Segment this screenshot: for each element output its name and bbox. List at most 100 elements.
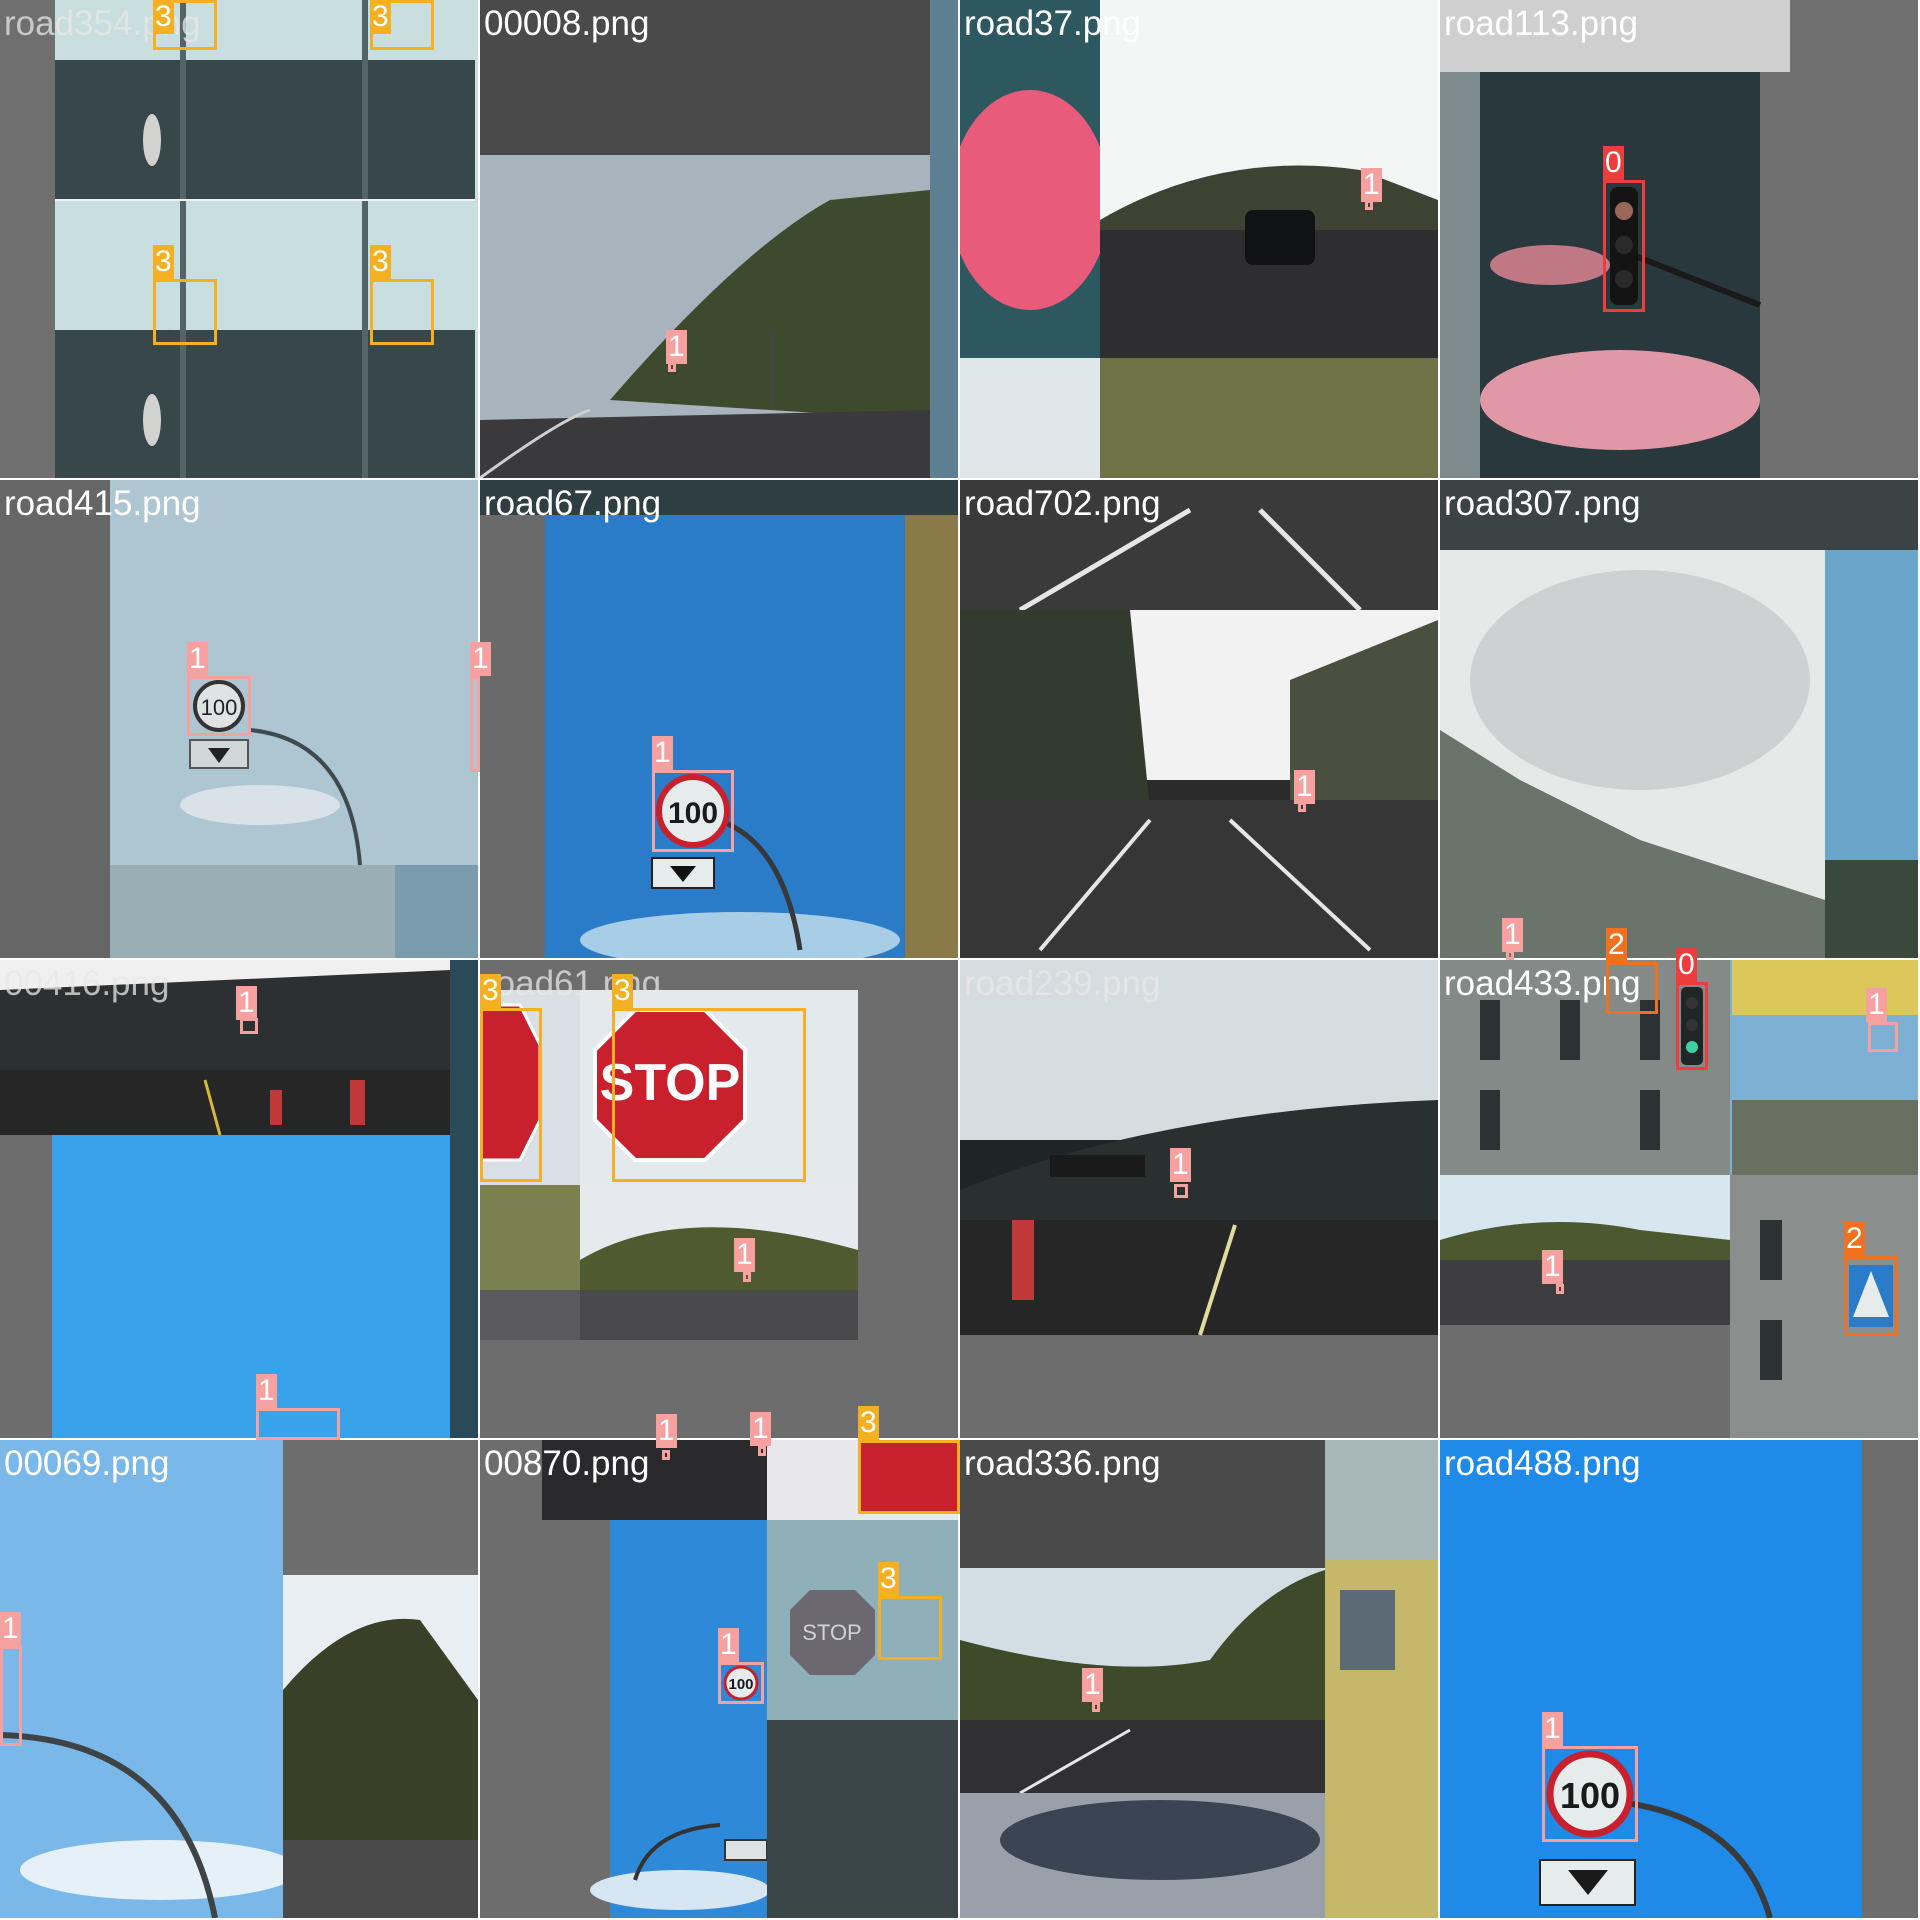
detection-box [370,279,434,345]
class-label: 3 [153,0,174,34]
detection-box [858,1440,960,1514]
filename-label: road67.png [484,484,662,523]
filename-label: road336.png [964,1444,1161,1483]
class-label: 1 [1542,1250,1563,1284]
detection-box [480,1008,542,1182]
tile-00069: 00069.png [0,1440,478,1918]
detection-box [1556,1284,1564,1294]
stop-sign-text: STOP [802,1620,862,1645]
filename-label: road113.png [1444,4,1638,43]
filename-label: road702.png [964,484,1161,523]
detection-box [470,676,480,772]
detection-box [878,1596,942,1660]
tile-image [1440,480,1918,958]
speed-limit-sign-icon: 100 [656,774,730,848]
speed-sign-text: 100 [1560,1775,1620,1816]
tile-road239: road239.png [960,960,1438,1438]
class-label: 1 [656,1414,677,1448]
detection-box [662,1450,670,1460]
tile-image [0,0,478,478]
filename-label: 00069.png [4,1444,170,1483]
filename-label: 00416.png [4,964,170,1003]
class-label: 3 [153,245,174,279]
detection-box [1092,1702,1100,1712]
filename-label: road415.png [4,484,201,523]
speed-sign-text: 100 [668,797,718,830]
pedestrian-crossing-sign-icon [1849,1265,1893,1327]
filename-label: road239.png [964,964,1161,1003]
filename-label: road307.png [1444,484,1641,523]
tile-image [480,0,958,478]
class-label: 1 [1294,770,1315,804]
class-label: 1 [1170,1148,1191,1182]
class-label: 1 [750,1412,771,1446]
class-label: 1 [1082,1668,1103,1702]
class-label: 1 [187,642,208,676]
tile-road37: road37.png [960,0,1438,478]
class-label: 1 [256,1374,277,1408]
filename-label: road488.png [1444,1444,1641,1483]
tile-image [1440,1440,1918,1918]
tile-image [0,960,478,1438]
class-label: 0 [1603,146,1624,180]
tile-road336: road336.png [960,1440,1438,1918]
class-label: 1 [652,736,673,770]
detection-box [256,1408,340,1440]
class-label: 1 [666,330,687,364]
speed-limit-sign-icon: 100 [1546,1750,1634,1838]
tile-image [960,1440,1438,1918]
tile-00416: 00416.png [0,960,478,1438]
class-label: 0 [1676,948,1697,982]
detection-box [743,1272,751,1282]
speed-limit-sign-icon: 100 [193,680,245,732]
filename-label: 00008.png [484,4,650,43]
class-label: 1 [718,1628,739,1662]
tile-road488: road488.png [1440,1440,1918,1918]
class-label: 1 [1361,168,1382,202]
detection-box [612,1008,806,1182]
detection-box [0,1646,22,1746]
speed-sign-text: 100 [201,695,238,720]
filename-label: road37.png [964,4,1142,43]
class-label: 1 [1866,988,1887,1022]
class-label: 1 [236,986,257,1020]
detection-box [240,1018,258,1034]
tile-image [960,480,1438,958]
tile-image [960,960,1438,1438]
speed-sign-text: 100 [728,1676,753,1693]
class-label: 2 [1606,928,1627,962]
tile-image [0,1440,478,1918]
traffic-light-icon [1610,187,1638,305]
tile-road702: road702.png [960,480,1438,958]
class-label: 3 [370,245,391,279]
class-label: 3 [612,974,633,1008]
class-label: 3 [878,1562,899,1596]
tile-road307: road307.png [1440,480,1918,958]
class-label: 3 [480,974,501,1008]
class-label: 2 [1844,1222,1865,1256]
detection-box [1868,1022,1898,1052]
tile-00008: 00008.png [480,0,958,478]
tile-road113: road113.png [1440,0,1918,478]
tile-image [960,0,1438,478]
traffic-light-icon [1681,987,1703,1065]
class-label: 1 [1542,1712,1563,1746]
filename-label: 00870.png [484,1444,650,1483]
tile-road354: road354.png [0,0,478,478]
detection-box [758,1446,766,1456]
detection-box [153,279,217,345]
filename-label: road61.png [484,964,662,1003]
class-label: 1 [0,1612,21,1646]
speed-limit-sign-icon: 100 [723,1665,759,1701]
class-label: 1 [1502,918,1523,952]
tile-road67: road67.png [480,480,958,958]
tile-image [1440,0,1918,478]
detection-box [1606,962,1658,1014]
detection-box [1174,1184,1188,1198]
tile-image [480,480,958,958]
class-label: 3 [370,0,391,34]
class-label: 1 [470,642,491,676]
class-label: 1 [734,1238,755,1272]
class-label: 3 [858,1406,879,1440]
mosaic-grid: road354.png 00008.png road37.png road113… [0,0,1920,1920]
